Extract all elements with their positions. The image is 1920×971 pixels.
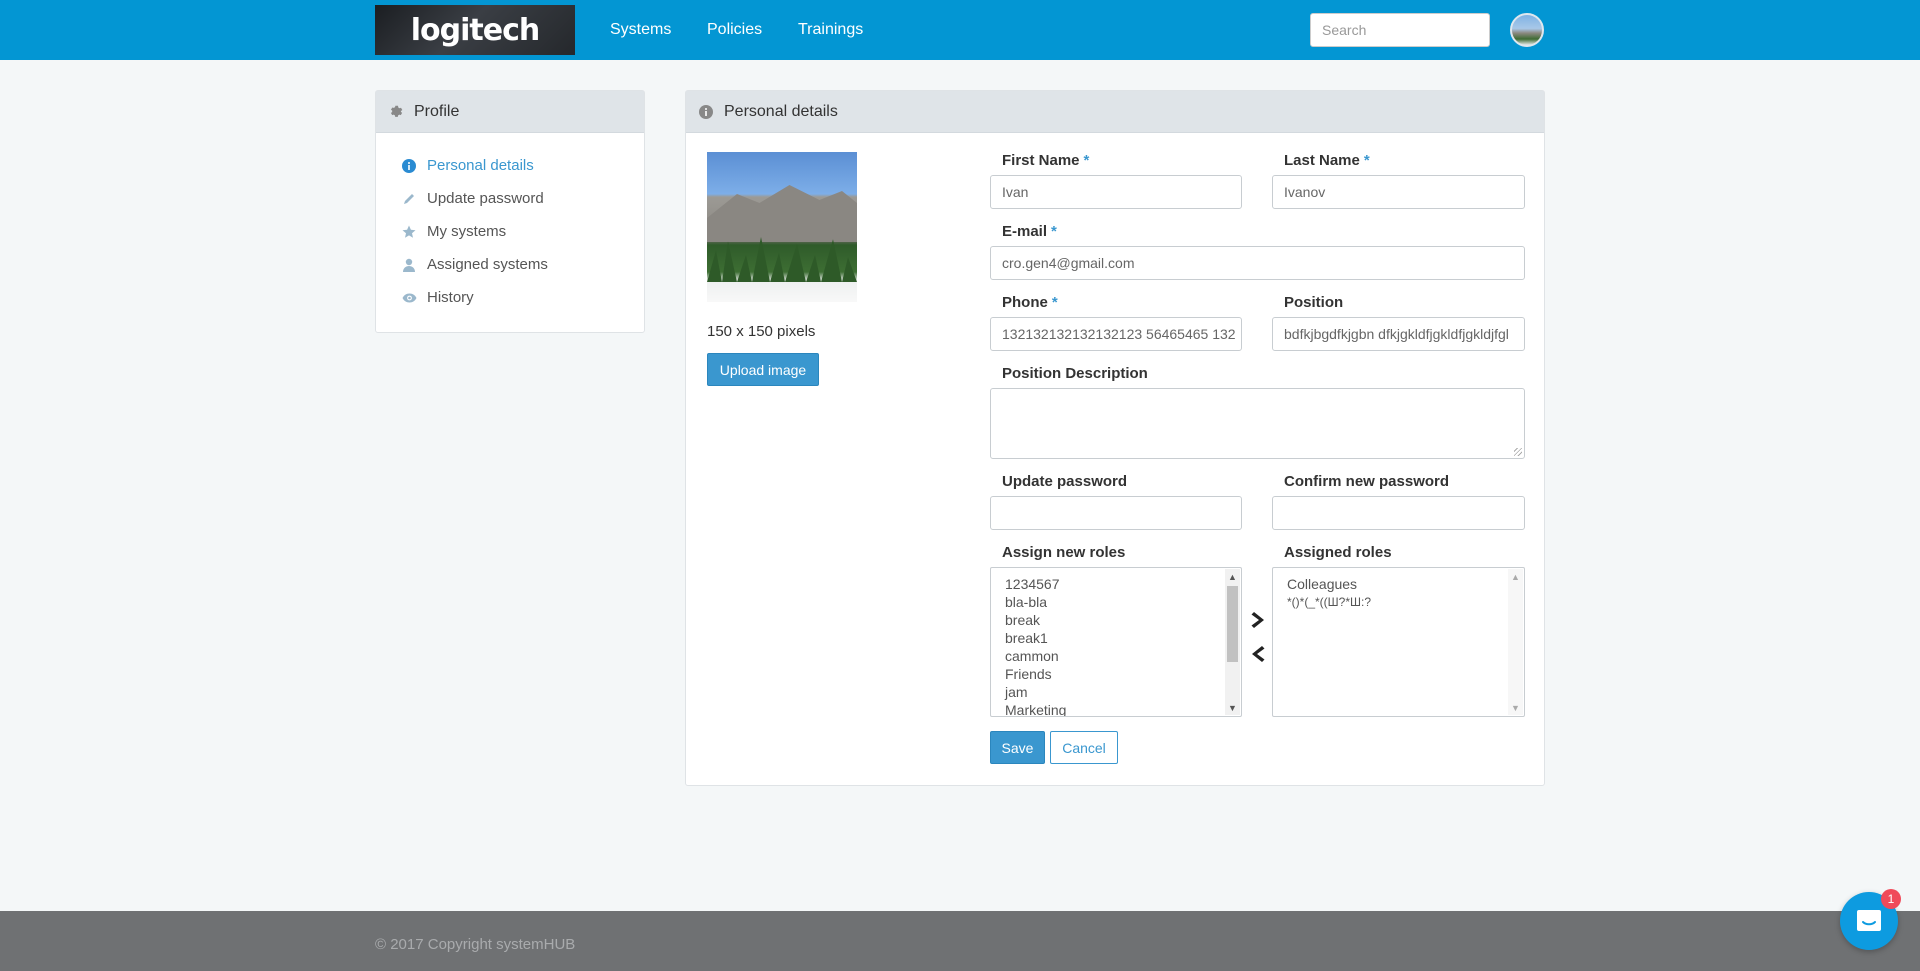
info-icon: [401, 158, 417, 174]
info-icon: [698, 104, 714, 120]
scroll-thumb[interactable]: [1227, 586, 1238, 662]
move-right-icon[interactable]: [1248, 609, 1270, 631]
position-label: Position: [1284, 294, 1344, 311]
resize-handle[interactable]: [1514, 448, 1522, 456]
gear-icon: [388, 104, 404, 120]
role-option[interactable]: Marketing: [991, 701, 1241, 716]
photo-size-hint: 150 x 150 pixels: [707, 323, 816, 340]
notification-badge: 1: [1881, 889, 1901, 909]
assign-roles-label: Assign new roles: [1002, 544, 1126, 561]
first-name-field[interactable]: Ivan: [990, 175, 1242, 209]
sidebar-title: Profile: [414, 102, 460, 120]
sidebar-item-label: History: [427, 289, 474, 306]
user-icon: [401, 257, 417, 273]
role-option[interactable]: break1: [991, 629, 1241, 647]
sidebar-item-personal-details[interactable]: Personal details: [401, 157, 534, 174]
nav-systems[interactable]: Systems: [610, 21, 671, 39]
sidebar-item-label: Update password: [427, 190, 544, 207]
roles-scrollbar[interactable]: ▲ ▼: [1225, 569, 1240, 715]
role-option[interactable]: *()*(_*((Ш?*Ш:?: [1273, 593, 1524, 611]
profile-photo: [707, 152, 857, 302]
phone-field[interactable]: 132132132132132123 56465465 132: [990, 317, 1242, 351]
role-option[interactable]: Friends: [991, 665, 1241, 683]
position-description-field[interactable]: [990, 388, 1525, 459]
logo-text: logitech: [410, 12, 540, 48]
update-password-label: Update password: [1002, 473, 1128, 490]
role-option[interactable]: break: [991, 611, 1241, 629]
sidebar-item-my-systems[interactable]: My systems: [401, 223, 506, 240]
save-button[interactable]: Save: [990, 731, 1045, 764]
last-name-label: Last Name *: [1284, 152, 1370, 169]
page-footer: © 2017 Copyright systemHUB: [0, 911, 1920, 971]
sidebar-item-history[interactable]: History: [401, 289, 474, 306]
nav-policies[interactable]: Policies: [707, 21, 762, 39]
chat-icon: [1857, 910, 1881, 931]
move-left-icon[interactable]: [1246, 643, 1268, 665]
chat-launcher[interactable]: 1: [1840, 889, 1901, 950]
position-field[interactable]: bdfkjbgdfkjgbn dfkjgkldfjgkldfjgkldjfgl: [1272, 317, 1525, 351]
top-navbar: logitech Systems Policies Trainings: [0, 0, 1920, 60]
scroll-up-icon[interactable]: ▲: [1225, 569, 1240, 584]
sidebar-item-label: Assigned systems: [427, 256, 548, 273]
pencil-icon: [401, 191, 417, 207]
role-option[interactable]: 1234567: [991, 575, 1241, 593]
last-name-field[interactable]: Ivanov: [1272, 175, 1525, 209]
email-label: E-mail *: [1002, 223, 1057, 240]
cancel-button[interactable]: Cancel: [1050, 731, 1118, 764]
role-option[interactable]: jam: [991, 683, 1241, 701]
scroll-down-icon[interactable]: ▼: [1508, 700, 1523, 715]
details-header: Personal details: [686, 91, 1544, 133]
role-option[interactable]: bla-bla: [991, 593, 1241, 611]
role-option[interactable]: Colleagues: [1273, 575, 1524, 593]
confirm-password-field[interactable]: [1272, 496, 1525, 530]
sidebar-item-update-password[interactable]: Update password: [401, 190, 544, 207]
scroll-up-icon[interactable]: ▲: [1508, 569, 1523, 584]
phone-label: Phone *: [1002, 294, 1058, 311]
logitech-logo[interactable]: logitech: [375, 5, 575, 55]
role-option[interactable]: cammon: [991, 647, 1241, 665]
confirm-password-label: Confirm new password: [1284, 473, 1450, 490]
assigned-roles-list[interactable]: Colleagues *()*(_*((Ш?*Ш:? ▲ ▼: [1272, 567, 1525, 717]
upload-image-button[interactable]: Upload image: [707, 353, 819, 386]
sidebar-header: Profile: [376, 91, 644, 133]
assigned-scrollbar[interactable]: ▲ ▼: [1508, 569, 1523, 715]
sidebar-item-label: Personal details: [427, 157, 534, 174]
search-input[interactable]: [1310, 13, 1490, 47]
eye-icon: [401, 290, 417, 306]
personal-details-panel: Personal details 150 x 150 pixels Upload…: [685, 90, 1545, 786]
nav-trainings[interactable]: Trainings: [798, 21, 863, 39]
profile-sidebar: Profile Personal details Update password…: [375, 90, 645, 333]
assigned-roles-label: Assigned roles: [1284, 544, 1392, 561]
first-name-label: First Name *: [1002, 152, 1090, 169]
position-description-label: Position Description: [1002, 365, 1148, 382]
scroll-down-icon[interactable]: ▼: [1225, 700, 1240, 715]
copyright-text: © 2017 Copyright systemHUB: [375, 936, 576, 953]
user-avatar[interactable]: [1510, 13, 1544, 47]
star-icon: [401, 224, 417, 240]
sidebar-item-label: My systems: [427, 223, 507, 240]
details-title: Personal details: [724, 102, 838, 120]
available-roles-list[interactable]: 1234567 bla-bla break break1 cammon Frie…: [990, 567, 1242, 717]
update-password-field[interactable]: [990, 496, 1242, 530]
email-field[interactable]: cro.gen4@gmail.com: [990, 246, 1525, 280]
sidebar-item-assigned-systems[interactable]: Assigned systems: [401, 256, 548, 273]
